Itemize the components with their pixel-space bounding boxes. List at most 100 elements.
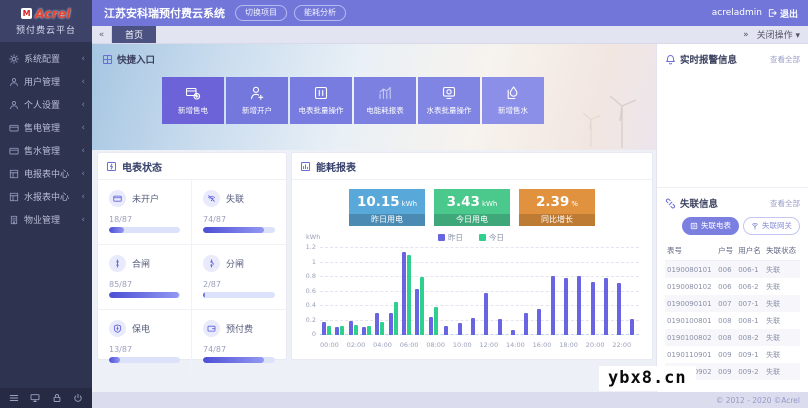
sidebar-item-售水管理[interactable]: 售水管理 ‹	[0, 139, 92, 162]
alarms-view-all-link[interactable]: 查看全部	[770, 54, 800, 65]
chart-x-tick: 00:00	[320, 341, 339, 349]
table-row[interactable]: 0190110901 009 009-1 失联	[665, 346, 800, 363]
meter-small-icon	[690, 222, 698, 230]
meter-status-card-分闸: 分闸 2/87	[192, 245, 286, 310]
chart-y-tick: 0.6	[305, 286, 316, 295]
bar-昨日	[590, 282, 595, 335]
logo: M Acrel 预付费云平台	[0, 0, 92, 42]
meter-status-card-合闸: 合闸 85/87	[98, 245, 192, 310]
sidebar-item-售电管理[interactable]: 售电管理 ‹	[0, 116, 92, 139]
table-cell: 008-2	[738, 333, 759, 342]
card-icon	[9, 146, 19, 156]
table-row[interactable]: 0190080101 006 006-1 失联	[665, 260, 800, 278]
switch-project-button[interactable]: 切换项目	[235, 5, 287, 21]
sidebar-item-系统配置[interactable]: 系统配置 ‹	[0, 47, 92, 70]
chart-x-tick: 12:00	[479, 341, 499, 349]
card-icon	[109, 190, 126, 207]
right-panel: 实时报警信息 查看全部 失联信息 查看全部 失联电表 失联网关 表号 户号 用户名 失联…	[656, 44, 808, 392]
legend-item-今日[interactable]: 今日	[479, 232, 504, 243]
menu-icon[interactable]	[9, 393, 19, 403]
table-cell: 失联	[766, 333, 781, 342]
tabs-scroll-right-icon[interactable]: »	[743, 30, 749, 40]
quick-button-新增售水[interactable]: 新增售水	[482, 77, 544, 124]
tabs-scroll-left-icon[interactable]: «	[92, 26, 112, 43]
sidebar-item-物业管理[interactable]: 物业管理 ‹	[0, 208, 92, 231]
quick-button-新增开户[interactable]: 新增开户	[226, 77, 288, 124]
table-cell: 0190110901	[667, 350, 712, 359]
monitor-icon[interactable]	[30, 393, 40, 403]
bar-昨日	[630, 319, 635, 335]
meter-status-card-预付费: 预付费 74/87	[192, 310, 286, 374]
chart-bar-group-13:00	[493, 248, 506, 335]
chart-x-tick: 06:00	[399, 341, 419, 349]
water-icon	[505, 85, 521, 101]
quick-button-电表批量操作[interactable]: 电表批量操作	[290, 77, 352, 124]
top-header: 江苏安科瑞预付费云系统 切换项目 能耗分析 acreladmin 退出	[92, 0, 808, 26]
status-value: 74/87	[203, 215, 227, 224]
power-icon[interactable]	[73, 393, 83, 403]
bar-昨日	[444, 326, 449, 335]
sidebar-item-个人设置[interactable]: 个人设置 ‹	[0, 93, 92, 116]
chart-bar-group-16:00	[533, 248, 546, 335]
user-icon	[9, 77, 19, 87]
close-operations-dropdown[interactable]: 关闭操作 ▾	[757, 28, 800, 41]
lock-icon[interactable]	[52, 393, 62, 403]
chart-bar-group-09:00	[440, 248, 453, 335]
table-cell: 008-1	[738, 316, 759, 325]
table-row[interactable]: 0190090101 007 007-1 失联	[665, 295, 800, 312]
sidebar-item-水报表中心[interactable]: 水报表中心 ‹	[0, 185, 92, 208]
table-header-失联状态: 失联状态	[764, 241, 800, 261]
table-cell: 0190080101	[667, 265, 712, 274]
stat-value: 2.39	[536, 193, 570, 210]
sale-elec-icon	[185, 85, 201, 101]
table-row[interactable]: 0190080102 006 006-2 失联	[665, 278, 800, 295]
quick-button-新增售电[interactable]: 新增售电	[162, 77, 224, 124]
copyright-label: © 2012 - 2020 ©Acrel	[715, 395, 800, 405]
table-cell: 0190100802	[667, 333, 712, 342]
sidebar-item-用户管理[interactable]: 用户管理 ‹	[0, 70, 92, 93]
chart-y-tick: 1.2	[305, 243, 316, 251]
offline-meters-table: 表号 户号 用户名 失联状态 0190080101 006 006-1 失联 01900801…	[665, 241, 800, 380]
dashboard-panels: 电表状态 未开户 18/87 失联 74/87 合闸 85/87 分闸 2/87 保电 13/87…	[97, 152, 653, 392]
meter-status-card-未开户: 未开户 18/87	[98, 180, 192, 245]
energy-analysis-button[interactable]: 能耗分析	[294, 5, 346, 21]
quick-button-电能耗报表[interactable]: 电能耗报表	[354, 77, 416, 124]
quick-button-label: 水表批量操作	[426, 106, 472, 115]
wind-turbine-graphic	[609, 95, 637, 148]
card-icon	[9, 123, 19, 133]
chart-y-tick: 1	[311, 257, 316, 266]
status-value: 85/87	[109, 280, 133, 289]
table-cell: 006	[718, 265, 732, 274]
status-progress-bar	[203, 292, 275, 298]
table-cell: 006-1	[738, 265, 759, 274]
chart-bar-group-12:00	[480, 248, 493, 335]
table-row[interactable]: 0190100801 008 008-1 失联	[665, 312, 800, 329]
table-row[interactable]: 0190100802 008 008-2 失联	[665, 329, 800, 346]
tab-home[interactable]: 首页	[112, 26, 157, 43]
sidebar-item-label: 电报表中心	[24, 170, 70, 180]
status-label: 保电	[132, 325, 151, 335]
chevron-collapse-icon: ‹	[81, 122, 85, 133]
logout-button[interactable]: 退出	[767, 7, 798, 20]
meter-icon	[313, 85, 329, 101]
bar-昨日	[524, 313, 529, 335]
bar-昨日	[550, 276, 555, 335]
chart-bar-group-23:00	[626, 248, 639, 335]
filter-button-失联网关[interactable]: 失联网关	[743, 217, 800, 235]
sidebar-item-电报表中心[interactable]: 电报表中心 ‹	[0, 162, 92, 185]
table-cell: 0190080102	[667, 282, 712, 291]
bar-昨日	[470, 317, 475, 335]
status-progress-bar	[109, 227, 180, 233]
stat-label: 昨日用电	[349, 214, 425, 226]
body-row: 快捷入口 新增售电 新增开户 电表批量操作 电能耗报表 水表批量操作 新增售水 电	[92, 44, 808, 392]
status-value: 13/87	[109, 345, 133, 354]
legend-item-昨日[interactable]: 昨日	[438, 232, 463, 243]
bar-昨日	[375, 313, 380, 335]
bar-昨日	[457, 322, 462, 335]
switch-off-icon	[203, 255, 220, 272]
offline-view-all-link[interactable]: 查看全部	[770, 198, 800, 209]
quick-button-水表批量操作[interactable]: 水表批量操作	[418, 77, 480, 124]
meter-status-card-失联: 失联 74/87	[192, 180, 286, 245]
person-icon	[9, 100, 19, 110]
filter-button-失联电表[interactable]: 失联电表	[682, 217, 739, 235]
